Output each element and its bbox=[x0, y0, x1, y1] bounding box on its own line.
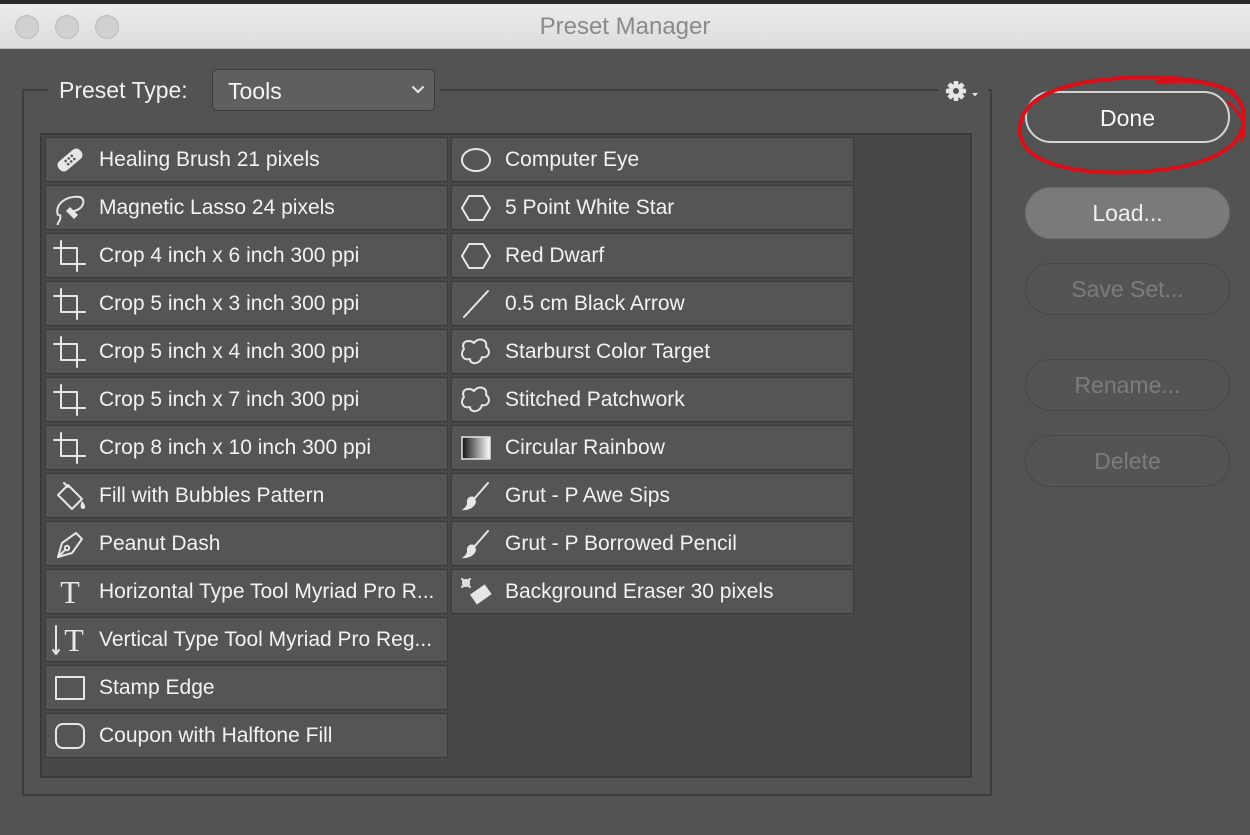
preset-item-label: Grut - P Borrowed Pencil bbox=[505, 532, 737, 555]
preset-item-label: Crop 8 inch x 10 inch 300 ppi bbox=[99, 436, 372, 459]
preset-item[interactable]: Crop 4 inch x 6 inch 300 ppi bbox=[45, 233, 448, 278]
gradient-icon bbox=[458, 431, 494, 465]
rename-button[interactable]: Rename... bbox=[1025, 359, 1230, 411]
preset-item[interactable]: Crop 5 inch x 7 inch 300 ppi bbox=[45, 377, 448, 422]
preset-item[interactable]: T Horizontal Type Tool Myriad Pro R... bbox=[45, 569, 448, 614]
preset-item-label: Peanut Dash bbox=[99, 532, 221, 555]
crop-icon bbox=[52, 431, 88, 465]
preset-item-label: Magnetic Lasso 24 pixels bbox=[99, 196, 335, 219]
preset-item[interactable]: Stamp Edge bbox=[45, 665, 448, 710]
brush-icon bbox=[458, 527, 494, 561]
custom-shape-icon bbox=[458, 383, 494, 417]
preset-item[interactable]: T Vertical Type Tool Myriad Pro Reg... bbox=[45, 617, 448, 662]
preset-item[interactable]: Stitched Patchwork bbox=[451, 377, 854, 422]
preset-type-value: Tools bbox=[228, 78, 282, 104]
preset-item-label: Healing Brush 21 pixels bbox=[99, 148, 320, 171]
custom-shape-icon bbox=[458, 335, 494, 369]
preset-item-label: Crop 5 inch x 3 inch 300 ppi bbox=[99, 292, 360, 315]
preset-item-label: Horizontal Type Tool Myriad Pro R... bbox=[99, 580, 435, 603]
preset-item-label: Starburst Color Target bbox=[505, 340, 711, 363]
svg-text:T: T bbox=[64, 623, 84, 657]
preset-item-label: Grut - P Awe Sips bbox=[505, 484, 670, 507]
title-bar[interactable]: Preset Manager bbox=[0, 4, 1250, 49]
preset-item[interactable]: Crop 5 inch x 4 inch 300 ppi bbox=[45, 329, 448, 374]
preset-item-label: Stitched Patchwork bbox=[505, 388, 685, 411]
polygon-icon bbox=[458, 191, 494, 225]
preset-item-label: 5 Point White Star bbox=[505, 196, 675, 219]
pen-icon bbox=[52, 527, 88, 561]
delete-button[interactable]: Delete bbox=[1025, 435, 1230, 487]
red-annotation-circle bbox=[1017, 74, 1247, 175]
preset-item-label: Crop 5 inch x 4 inch 300 ppi bbox=[99, 340, 360, 363]
preset-item-label: Fill with Bubbles Pattern bbox=[99, 484, 325, 507]
preset-item-label: Crop 4 inch x 6 inch 300 ppi bbox=[99, 244, 360, 267]
preset-item[interactable]: Red Dwarf bbox=[451, 233, 854, 278]
paint-bucket-icon bbox=[52, 479, 88, 513]
chevron-down-icon bbox=[412, 86, 424, 93]
magnetic-lasso-icon bbox=[52, 191, 88, 226]
preset-type-label: Preset Type: bbox=[59, 77, 188, 103]
preset-item[interactable]: Background Eraser 30 pixels bbox=[451, 569, 854, 614]
preset-item[interactable]: Starburst Color Target bbox=[451, 329, 854, 374]
brush-icon bbox=[458, 479, 494, 513]
preset-item-label: Circular Rainbow bbox=[505, 436, 665, 459]
preset-item[interactable]: Grut - P Awe Sips bbox=[451, 473, 854, 518]
rectangle-icon bbox=[52, 671, 88, 705]
vertical-type-icon: T bbox=[52, 622, 88, 658]
svg-text:T: T bbox=[60, 575, 80, 609]
preset-item[interactable]: Crop 8 inch x 10 inch 300 ppi bbox=[45, 425, 448, 470]
crop-icon bbox=[52, 287, 88, 321]
preset-list[interactable]: Healing Brush 21 pixels Magnetic Lasso 24… bbox=[40, 133, 972, 778]
preset-item-label: Stamp Edge bbox=[99, 676, 215, 699]
preset-item-label: Vertical Type Tool Myriad Pro Reg... bbox=[99, 628, 433, 651]
preset-item-label: Background Eraser 30 pixels bbox=[505, 580, 774, 603]
preset-item[interactable]: Peanut Dash bbox=[45, 521, 448, 566]
background-eraser-icon bbox=[458, 575, 494, 609]
preset-item-label: Crop 5 inch x 7 inch 300 ppi bbox=[99, 388, 360, 411]
preset-item[interactable]: Computer Eye bbox=[451, 137, 854, 182]
crop-icon bbox=[52, 239, 88, 273]
preset-item-label: Computer Eye bbox=[505, 148, 640, 171]
preset-item[interactable]: Circular Rainbow bbox=[451, 425, 854, 470]
preset-item[interactable]: Healing Brush 21 pixels bbox=[45, 137, 448, 182]
preset-item[interactable]: Fill with Bubbles Pattern bbox=[45, 473, 448, 518]
preset-item[interactable]: Grut - P Borrowed Pencil bbox=[451, 521, 854, 566]
preset-item[interactable]: Crop 5 inch x 3 inch 300 ppi bbox=[45, 281, 448, 326]
load-button[interactable]: Load... bbox=[1025, 187, 1230, 239]
crop-icon bbox=[52, 383, 88, 417]
preset-type-dropdown[interactable]: Tools bbox=[212, 69, 435, 111]
preset-item-label: Red Dwarf bbox=[505, 244, 605, 267]
preset-item[interactable]: 5 Point White Star bbox=[451, 185, 854, 230]
preset-item[interactable]: Coupon with Halftone Fill bbox=[45, 713, 448, 758]
save-set-button[interactable]: Save Set... bbox=[1025, 263, 1230, 315]
ellipse-icon bbox=[458, 143, 494, 177]
preset-item-label: 0.5 cm Black Arrow bbox=[505, 292, 685, 315]
preset-item[interactable]: 0.5 cm Black Arrow bbox=[451, 281, 854, 326]
gear-menu-icon[interactable] bbox=[944, 78, 980, 106]
healing-brush-icon bbox=[52, 143, 88, 177]
polygon-icon bbox=[458, 239, 494, 273]
line-icon bbox=[458, 287, 494, 321]
horizontal-type-icon: T bbox=[52, 574, 88, 610]
crop-icon bbox=[52, 335, 88, 369]
preset-item[interactable]: Magnetic Lasso 24 pixels bbox=[45, 185, 448, 230]
rounded-rectangle-icon bbox=[52, 719, 88, 753]
window-title: Preset Manager bbox=[539, 13, 711, 40]
preset-item-label: Coupon with Halftone Fill bbox=[99, 724, 333, 747]
